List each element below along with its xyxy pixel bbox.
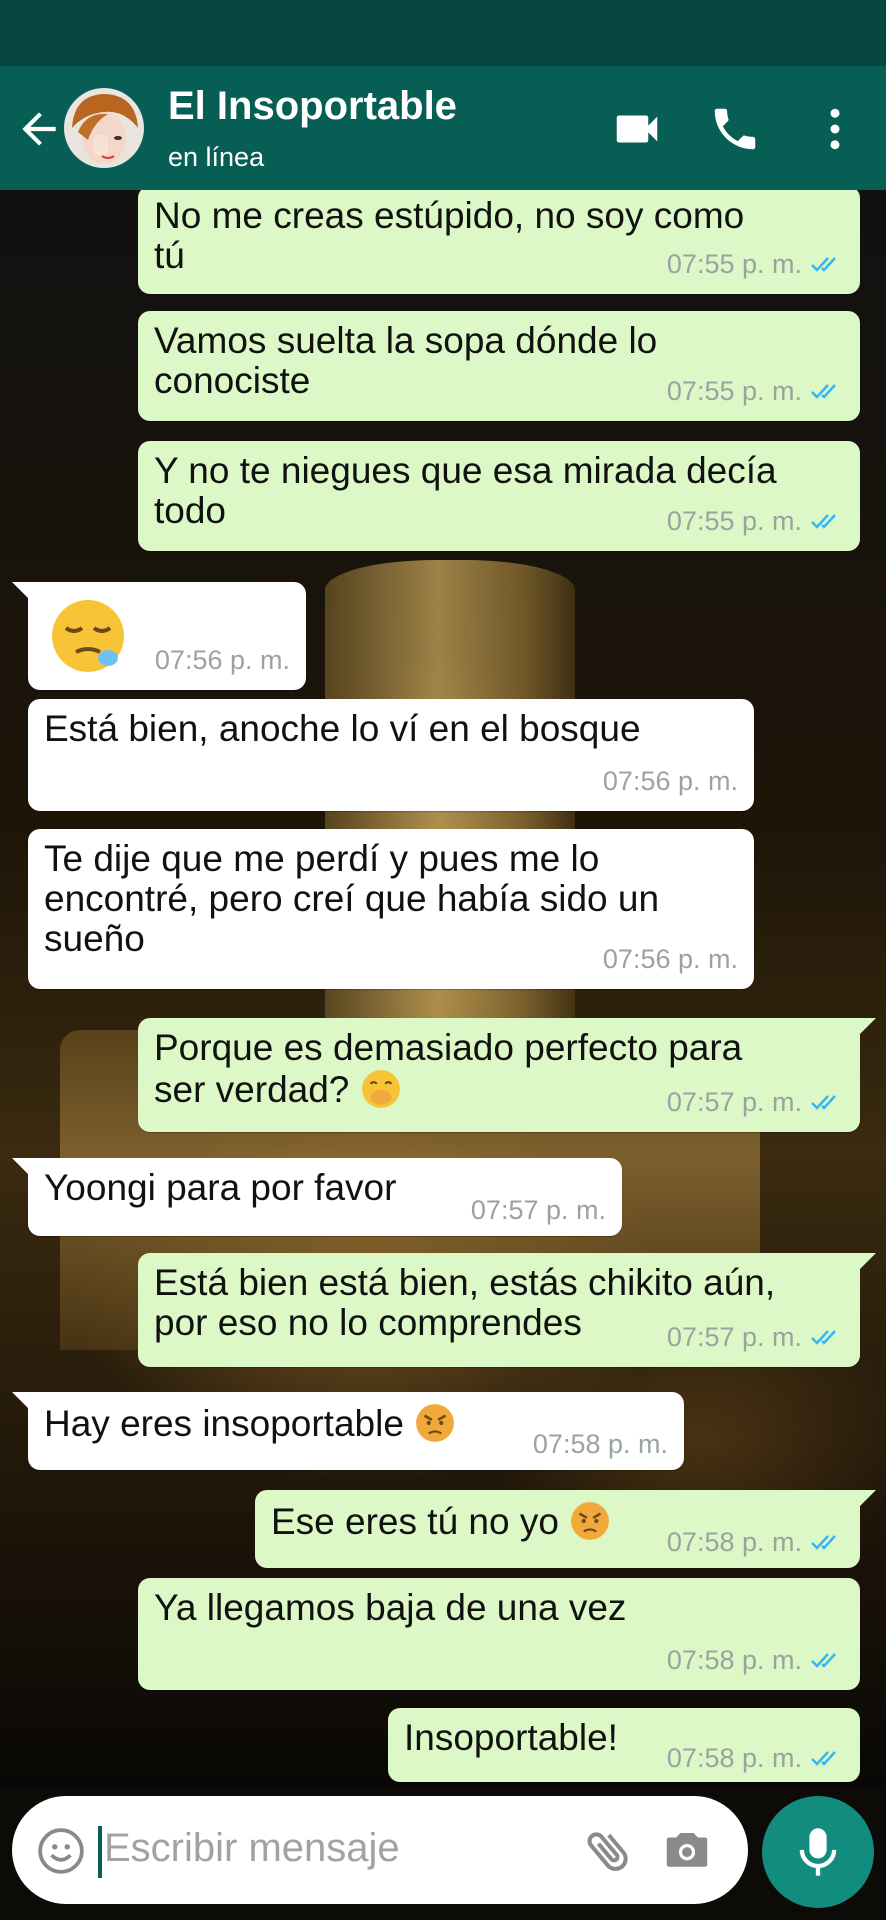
message-incoming[interactable]: Está bien, anoche lo ví en el bosque 07:… xyxy=(28,699,754,811)
message-outgoing[interactable]: Está bien está bien, estás chikito aún, … xyxy=(138,1253,876,1367)
message-meta: 07:56 p. m. xyxy=(155,640,290,680)
message-meta: 07:55 p. m. xyxy=(667,501,844,541)
message-outgoing[interactable]: Ya llegamos baja de una vez 07:58 p. m. xyxy=(138,1578,860,1690)
message-meta: 07:57 p. m. xyxy=(667,1317,844,1357)
message-time: 07:55 p. m. xyxy=(666,506,802,536)
more-options-icon[interactable] xyxy=(808,102,862,156)
contact-name[interactable]: El Insoportable xyxy=(168,84,457,129)
message-meta: 07:58 p. m. xyxy=(667,1640,844,1680)
voice-message-button[interactable] xyxy=(762,1796,874,1908)
microphone-icon xyxy=(799,1828,837,1876)
back-arrow-icon[interactable] xyxy=(14,104,64,154)
message-time: 07:57 p. m. xyxy=(666,1322,802,1352)
read-ticks-icon xyxy=(811,1751,836,1766)
message-outgoing[interactable]: Ese eres tú no yo 07:58 p. m. xyxy=(255,1490,876,1568)
message-text-part: Porque es demasiado perfecto para ser ve… xyxy=(154,1027,743,1110)
message-meta: 07:56 p. m. xyxy=(603,939,738,979)
status-bar xyxy=(0,0,886,66)
message-outgoing[interactable]: Porque es demasiado perfecto para ser ve… xyxy=(138,1018,876,1132)
message-time: 07:55 p. m. xyxy=(666,376,802,406)
angry-face-emoji xyxy=(571,1502,610,1540)
message-outgoing[interactable]: Y no te niegues que esa mirada decía tod… xyxy=(138,441,860,551)
camera-icon[interactable] xyxy=(660,1824,714,1878)
video-call-icon[interactable] xyxy=(610,102,664,156)
message-outgoing[interactable]: Vamos suelta la sopa dónde lo conociste … xyxy=(138,311,860,421)
read-ticks-icon xyxy=(811,384,836,399)
avatar[interactable] xyxy=(64,88,144,168)
message-meta: 07:55 p. m. xyxy=(667,371,844,411)
attach-icon[interactable] xyxy=(582,1824,636,1878)
angry-face-emoji xyxy=(416,1404,455,1442)
message-time: 07:56 p. m. xyxy=(154,645,290,675)
message-time: 07:58 p. m. xyxy=(666,1743,802,1773)
message-time: 07:58 p. m. xyxy=(532,1429,668,1459)
message-meta: 07:58 p. m. xyxy=(533,1424,668,1464)
emoji-icon[interactable] xyxy=(36,1826,86,1876)
read-ticks-icon xyxy=(811,257,836,272)
message-time: 07:56 p. m. xyxy=(602,944,738,974)
message-meta: 07:57 p. m. xyxy=(471,1190,606,1230)
read-ticks-icon xyxy=(811,514,836,529)
message-outgoing[interactable]: No me creas estúpido, no soy como tú 07:… xyxy=(138,190,860,294)
message-text-part: Hay eres insoportable xyxy=(44,1403,404,1444)
message-meta: 07:58 p. m. xyxy=(667,1738,844,1778)
message-time: 07:57 p. m. xyxy=(470,1195,606,1225)
read-ticks-icon xyxy=(811,1330,836,1345)
sleepy-face-emoji xyxy=(52,600,124,672)
message-meta: 07:56 p. m. xyxy=(603,761,738,801)
message-text-part: Ese eres tú no yo xyxy=(271,1501,559,1542)
read-ticks-icon xyxy=(811,1535,836,1550)
message-input[interactable]: Escribir mensaje xyxy=(104,1826,400,1871)
message-incoming[interactable]: Yoongi para por favor 07:57 p. m. xyxy=(12,1158,622,1236)
message-incoming[interactable]: Te dije que me perdí y pues me lo encont… xyxy=(28,829,754,989)
message-time: 07:58 p. m. xyxy=(666,1645,802,1675)
phone-call-icon[interactable] xyxy=(708,102,762,156)
message-time: 07:58 p. m. xyxy=(666,1527,802,1557)
message-meta: 07:57 p. m. xyxy=(667,1082,844,1122)
message-text: Está bien, anoche lo ví en el bosque xyxy=(44,708,641,749)
message-time: 07:56 p. m. xyxy=(602,766,738,796)
hand-over-mouth-emoji xyxy=(361,1070,400,1108)
message-text: Ya llegamos baja de una vez xyxy=(154,1587,627,1628)
text-caret xyxy=(98,1826,102,1878)
message-time: 07:57 p. m. xyxy=(666,1087,802,1117)
message-meta: 07:55 p. m. xyxy=(667,244,844,284)
contact-status: en línea xyxy=(168,142,265,172)
message-incoming[interactable]: Hay eres insoportable 07:58 p. m. xyxy=(12,1392,684,1470)
message-composer[interactable]: Escribir mensaje xyxy=(12,1796,748,1904)
chat-area[interactable]: No me creas estúpido, no soy como tú 07:… xyxy=(0,190,886,1790)
read-ticks-icon xyxy=(811,1653,836,1668)
message-meta: 07:58 p. m. xyxy=(667,1522,844,1562)
read-ticks-icon xyxy=(811,1095,836,1110)
chat-header: El Insoportable en línea xyxy=(0,66,886,190)
message-incoming[interactable]: 07:56 p. m. xyxy=(12,582,306,690)
message-time: 07:55 p. m. xyxy=(666,249,802,279)
message-outgoing[interactable]: Insoportable! 07:58 p. m. xyxy=(388,1708,860,1782)
